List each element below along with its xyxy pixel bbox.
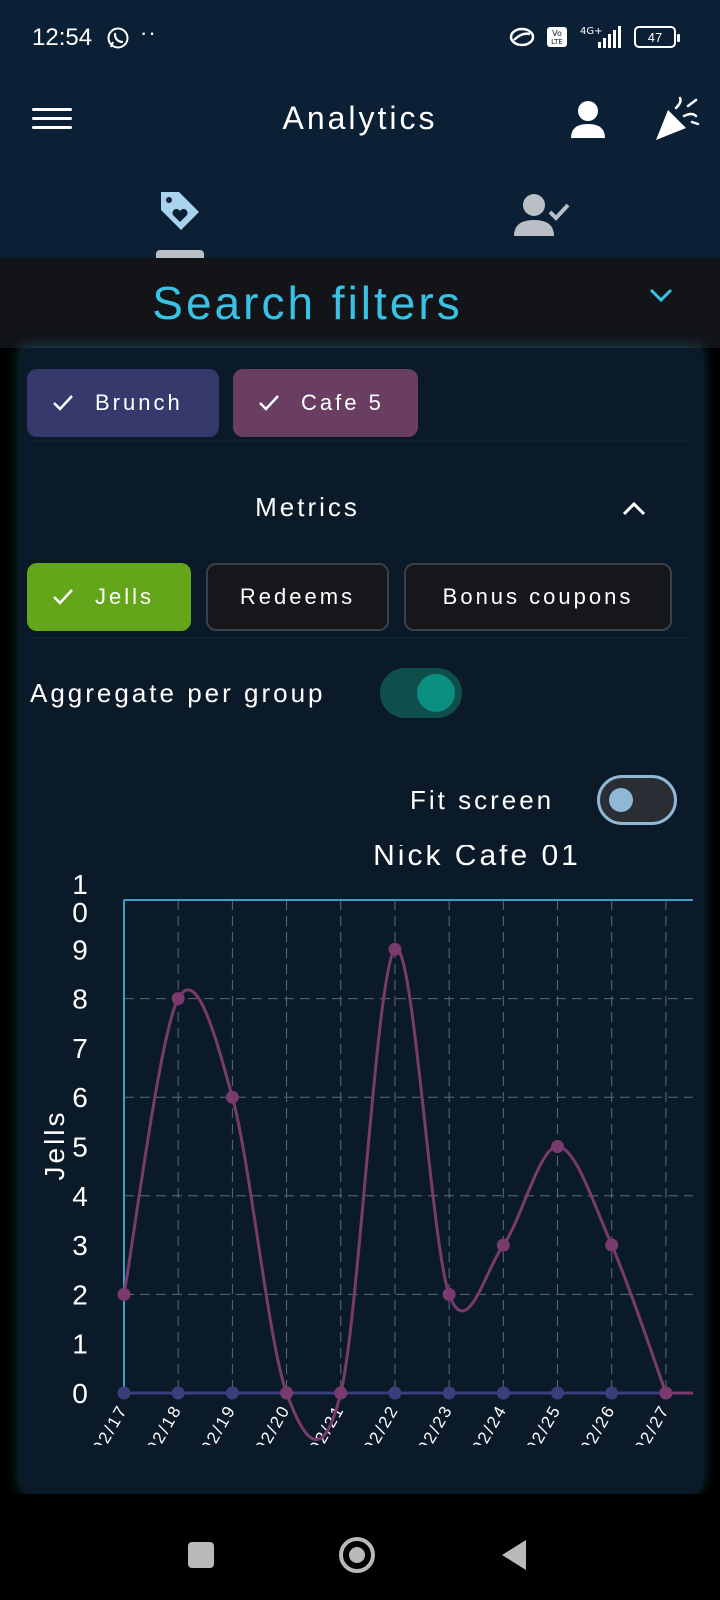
network-label: 4G+ [580, 26, 603, 37]
metric-chip-redeems[interactable]: Redeems [206, 563, 389, 631]
svg-text:Vo: Vo [552, 29, 562, 38]
svg-text:LTE: LTE [551, 38, 563, 46]
y-tick-label: 1 [72, 1329, 88, 1360]
aggregate-label: Aggregate per group [30, 678, 326, 708]
status-bar: 12:54 ·· Vo LTE 4G+ 47 [0, 0, 720, 78]
check-icon [53, 395, 73, 411]
aggregate-toggle[interactable] [380, 668, 462, 718]
check-icon [259, 395, 279, 411]
data-point [171, 1386, 185, 1400]
status-icons: Vo LTE 4G+ 47 [508, 24, 680, 50]
y-tick-label: 10 [72, 869, 88, 928]
y-tick-label: 8 [72, 984, 88, 1015]
chip-label: Cafe 5 [301, 390, 384, 415]
fit-screen-toggle[interactable] [597, 775, 677, 825]
home-button[interactable] [339, 1537, 375, 1573]
data-point [442, 1386, 456, 1400]
group-chip-cafe-5[interactable]: Cafe 5 [233, 369, 418, 437]
link-icon [509, 27, 535, 47]
notification-dots: ·· [140, 20, 157, 45]
party-popper-icon[interactable] [654, 96, 700, 142]
fit-screen-label: Fit screen [410, 785, 555, 815]
x-tick-label: 02/26 [576, 1402, 619, 1446]
tag-heart-icon [161, 192, 199, 230]
x-tick-label: 02/19 [197, 1402, 240, 1446]
data-point [334, 1386, 348, 1400]
data-point [225, 1386, 239, 1400]
data-point [496, 1238, 510, 1252]
tab-offers[interactable] [150, 188, 210, 258]
data-point [117, 1386, 131, 1400]
x-tick-label: 02/22 [360, 1402, 403, 1446]
x-tick-label: 02/17 [89, 1402, 132, 1446]
metric-chip-bonus-coupons[interactable]: Bonus coupons [404, 563, 672, 631]
user-check-icon [514, 194, 570, 236]
y-tick-label: 2 [72, 1279, 88, 1310]
search-filters-title: Search filters [152, 277, 463, 329]
user-icon[interactable] [568, 98, 608, 142]
y-tick-label: 3 [72, 1230, 88, 1261]
jells-line-chart: 01234567891 002/17 02/18 02/19 02/20 02/21 02/… [39, 845, 693, 1446]
data-point [171, 992, 185, 1006]
battery-level: 47 [647, 29, 663, 45]
search-filters-header[interactable]: Search filters [0, 258, 720, 348]
data-point [388, 1386, 402, 1400]
whatsapp-icon [107, 27, 129, 49]
chip-label: Jells [95, 584, 155, 609]
x-tick-label: 02/18 [143, 1402, 186, 1446]
toggle-knob [417, 674, 455, 712]
signal-icon: 4G+ [580, 26, 621, 48]
group-chip-brunch[interactable]: Brunch [27, 369, 219, 437]
divider [30, 637, 690, 639]
status-time: 12:54 [32, 24, 93, 51]
check-icon [53, 589, 73, 605]
data-point [442, 1287, 456, 1301]
toggle-knob [609, 788, 633, 812]
chart-title: Nick Cafe 01 [373, 845, 581, 872]
chevron-down-icon[interactable] [648, 286, 674, 304]
x-tick-label: 02/25 [522, 1402, 565, 1446]
volte-icon: Vo LTE [547, 27, 567, 47]
x-tick-label: 02/23 [414, 1402, 457, 1446]
metric-chip-jells[interactable]: Jells [27, 563, 191, 631]
chip-label: Bonus coupons [442, 584, 634, 609]
y-tick-label: 5 [72, 1132, 88, 1163]
chip-label: Redeems [239, 584, 356, 609]
battery-icon: 47 [634, 26, 680, 48]
y-tick-label: 6 [72, 1082, 88, 1113]
data-point [659, 1386, 673, 1400]
x-tick-label: 02/24 [468, 1402, 511, 1446]
data-point [117, 1287, 131, 1301]
y-tick-label: 0 [72, 1378, 88, 1409]
tab-users[interactable] [512, 190, 572, 250]
data-point [280, 1386, 294, 1400]
data-point [496, 1386, 510, 1400]
y-tick-label: 9 [72, 934, 88, 965]
data-point [551, 1386, 565, 1400]
chip-label: Brunch [95, 390, 183, 415]
page-title: Analytics [282, 100, 438, 136]
app-header: Analytics [0, 78, 720, 258]
series-line [122, 947, 693, 1442]
chevron-up-icon[interactable] [622, 500, 646, 516]
x-tick-label: 02/27 [631, 1402, 674, 1446]
metrics-header: Metrics [255, 492, 360, 522]
y-axis-label: Jells [39, 1109, 70, 1180]
data-point [551, 1140, 565, 1153]
data-point [605, 1386, 619, 1400]
divider [30, 440, 690, 442]
y-tick-label: 4 [72, 1181, 88, 1212]
data-point [605, 1238, 619, 1252]
y-tick-label: 7 [72, 1033, 88, 1064]
tab-indicator [156, 250, 204, 258]
back-button[interactable] [502, 1540, 526, 1570]
data-point [388, 942, 402, 956]
data-point [225, 1090, 239, 1104]
recents-button[interactable] [188, 1542, 214, 1568]
x-tick-label: 02/20 [251, 1402, 294, 1446]
